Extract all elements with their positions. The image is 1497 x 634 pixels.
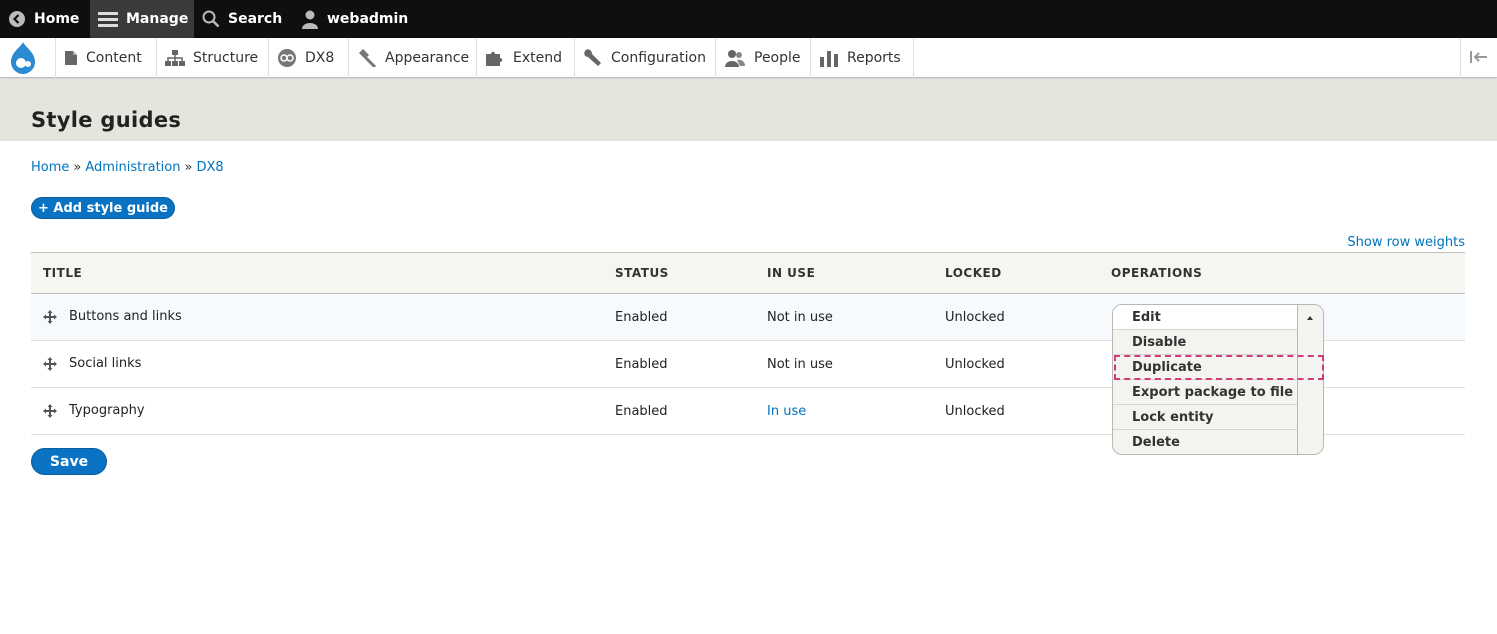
bar-chart-icon [819, 49, 839, 67]
drag-handle-icon[interactable] [43, 403, 57, 422]
header-status: STATUS [615, 266, 669, 280]
manage-tab[interactable]: Manage [90, 0, 194, 38]
save-button[interactable]: Save [31, 448, 107, 475]
user-icon [301, 9, 319, 29]
drupal-logo-icon[interactable] [0, 38, 46, 78]
tray-item-content[interactable]: Content [55, 38, 156, 78]
people-icon [724, 49, 746, 67]
operation-edit[interactable]: Edit [1113, 305, 1299, 330]
dropbutton-toggle[interactable] [1297, 305, 1323, 454]
row-status: Enabled [615, 310, 668, 325]
breadcrumb-separator: » [73, 160, 82, 175]
operations-dropbutton: Edit Disable Duplicate Export package to… [1112, 304, 1324, 455]
header-locked: LOCKED [945, 266, 1002, 280]
drag-handle-icon[interactable] [43, 309, 57, 328]
back-arrow-icon [8, 10, 26, 28]
tray-collapse-button[interactable] [1460, 38, 1497, 78]
tray-item-reports[interactable]: Reports [810, 38, 913, 78]
row-status: Enabled [615, 404, 668, 419]
caret-up-icon [1307, 316, 1313, 320]
show-row-weights-link[interactable]: Show row weights [1347, 235, 1465, 250]
header-title: TITLE [43, 266, 83, 280]
tray-label-appearance: Appearance [385, 50, 470, 66]
breadcrumb: Home» Administration» DX8 [31, 160, 224, 175]
tray-item-extend[interactable]: Extend [476, 38, 574, 78]
puzzle-icon [485, 49, 505, 67]
tray-item-people[interactable]: People [715, 38, 810, 78]
row-in-use: Not in use [767, 310, 833, 325]
page-title: Style guides [31, 108, 182, 132]
collapse-arrow-icon [1469, 49, 1489, 68]
operation-delete[interactable]: Delete [1113, 430, 1299, 454]
tray-item-structure[interactable]: Structure [156, 38, 268, 78]
operation-disable[interactable]: Disable [1113, 330, 1299, 355]
header-in-use: IN USE [767, 266, 816, 280]
row-status: Enabled [615, 357, 668, 372]
tray-label-extend: Extend [513, 50, 562, 66]
tray-label-configuration: Configuration [611, 50, 706, 66]
row-locked: Unlocked [945, 404, 1005, 419]
page-icon [64, 50, 78, 66]
row-title: Buttons and links [69, 309, 182, 324]
breadcrumb-separator: » [184, 160, 193, 175]
user-tab[interactable]: webadmin [301, 0, 408, 38]
search-tab[interactable]: Search [202, 0, 282, 38]
breadcrumb-dx8[interactable]: DX8 [196, 160, 223, 175]
in-use-link[interactable]: In use [767, 404, 806, 419]
search-label: Search [228, 11, 283, 27]
dx8-icon [277, 48, 297, 68]
tray-item-dx8[interactable]: DX8 [268, 38, 348, 78]
tray-label-structure: Structure [193, 50, 259, 66]
search-icon [202, 10, 220, 28]
tray-item-appearance[interactable]: Appearance [348, 38, 476, 78]
hamburger-icon [98, 10, 118, 28]
row-title: Social links [69, 356, 142, 371]
brush-icon [357, 49, 377, 67]
sitemap-icon [165, 50, 185, 66]
row-in-use-link[interactable]: In use [767, 404, 806, 419]
tray-item-configuration[interactable]: Configuration [574, 38, 715, 78]
operation-duplicate[interactable]: Duplicate [1113, 355, 1299, 380]
add-style-guide-button[interactable]: + Add style guide [31, 197, 175, 219]
manage-label: Manage [126, 11, 189, 27]
tray-label-people: People [754, 50, 801, 66]
user-label: webadmin [327, 11, 409, 27]
page-header [0, 79, 1497, 141]
operation-lock-entity[interactable]: Lock entity [1113, 405, 1299, 430]
wrench-icon [583, 49, 603, 67]
tray-label-reports: Reports [847, 50, 901, 66]
tray-label-dx8: DX8 [305, 50, 335, 66]
admin-tray: Content Structure DX8 Appearance Extend … [0, 38, 1497, 78]
row-title: Typography [69, 403, 145, 418]
home-label: Home [34, 11, 80, 27]
breadcrumb-home[interactable]: Home [31, 160, 69, 175]
top-toolbar: Home Manage Search webadmin [0, 0, 1497, 38]
home-link[interactable]: Home [8, 0, 79, 38]
tray-label-content: Content [86, 50, 142, 66]
operation-export-package[interactable]: Export package to file [1113, 380, 1299, 405]
row-in-use: Not in use [767, 357, 833, 372]
header-operations: OPERATIONS [1111, 266, 1203, 280]
breadcrumb-administration[interactable]: Administration [85, 160, 180, 175]
row-locked: Unlocked [945, 310, 1005, 325]
tray-divider [913, 38, 914, 78]
row-locked: Unlocked [945, 357, 1005, 372]
drag-handle-icon[interactable] [43, 356, 57, 375]
table-header: TITLE STATUS IN USE LOCKED OPERATIONS [31, 252, 1465, 294]
